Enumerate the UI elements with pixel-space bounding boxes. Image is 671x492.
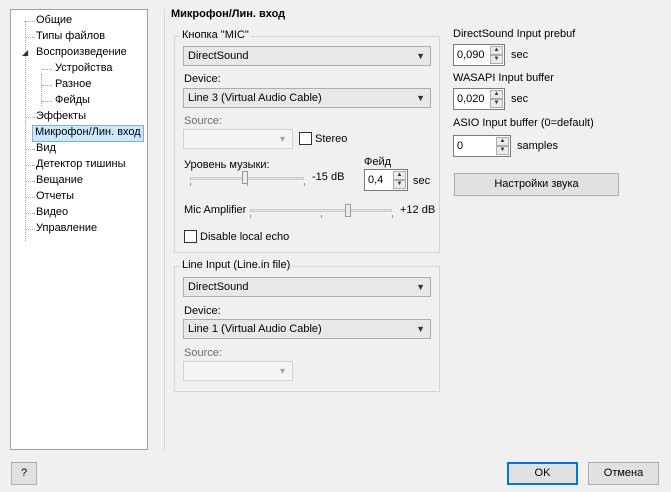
music-level-label: Уровень музыки: xyxy=(184,159,270,171)
stereo-label: Stereo xyxy=(315,133,348,145)
tree-connector-line xyxy=(42,69,52,70)
tree-item-broadcasting[interactable]: Вещание xyxy=(34,173,85,188)
tree-item-playback[interactable]: Воспроизведение xyxy=(34,45,129,60)
spin-down-icon[interactable]: ▼ xyxy=(393,180,406,189)
tree-item-silence-detector[interactable]: Детектор тишины xyxy=(34,157,128,172)
mic-driver-select[interactable]: DirectSound ▼ xyxy=(183,46,431,66)
tree-item-fades[interactable]: Фейды xyxy=(53,93,92,108)
directsound-prebuf-value: 0,090 xyxy=(457,49,485,61)
spin-down-icon[interactable]: ▼ xyxy=(496,146,509,155)
chevron-down-icon: ▼ xyxy=(416,51,425,61)
help-button[interactable]: ? xyxy=(11,462,37,485)
mic-amplifier-track xyxy=(250,209,392,212)
chevron-down-icon: ▼ xyxy=(416,324,425,334)
tree-item-effects[interactable]: Эффекты xyxy=(34,109,88,124)
line-source-label: Source: xyxy=(184,347,222,359)
line-source-select[interactable]: ▼ xyxy=(183,361,293,381)
mic-amplifier-value: +12 dB xyxy=(400,204,436,216)
page-title: Микрофон/Лин. вход xyxy=(171,8,286,20)
mic-source-select[interactable]: ▼ xyxy=(183,129,293,149)
slider-tick xyxy=(250,215,251,218)
tree-connector-line xyxy=(42,85,52,86)
asio-buffer-label: ASIO Input buffer (0=default) xyxy=(453,117,594,129)
line-driver-value: DirectSound xyxy=(188,281,249,293)
slider-tick xyxy=(304,183,305,186)
line-device-select[interactable]: Line 1 (Virtual Audio Cable) ▼ xyxy=(183,319,431,339)
directsound-prebuf-spinner[interactable]: 0,090 ▲ ▼ xyxy=(453,44,505,66)
sound-settings-button[interactable]: Настройки звука xyxy=(454,173,619,196)
wasapi-buffer-spinner[interactable]: 0,020 ▲ ▼ xyxy=(453,88,505,110)
stereo-checkbox[interactable] xyxy=(299,132,312,145)
mic-device-label: Device: xyxy=(184,73,221,85)
music-level-value: -15 dB xyxy=(312,171,345,183)
mic-group-title: Кнопка "MIC" xyxy=(180,29,251,41)
slider-tick xyxy=(247,183,248,186)
mic-device-value: Line 3 (Virtual Audio Cable) xyxy=(188,92,322,104)
mic-driver-value: DirectSound xyxy=(188,50,249,62)
line-input-group-title: Line Input (Line.in file) xyxy=(180,259,293,271)
slider-tick xyxy=(190,183,191,186)
cancel-button[interactable]: Отмена xyxy=(588,462,659,485)
spin-up-icon[interactable]: ▲ xyxy=(490,46,503,55)
mic-amplifier-slider[interactable] xyxy=(345,204,351,217)
mic-source-label: Source: xyxy=(184,115,222,127)
tree-item-devices[interactable]: Устройства xyxy=(53,61,115,76)
mic-device-select[interactable]: Line 3 (Virtual Audio Cable) ▼ xyxy=(183,88,431,108)
triangle-expanded-icon[interactable]: ◢ xyxy=(22,48,28,57)
directsound-prebuf-unit: sec xyxy=(511,49,529,61)
chevron-down-icon: ▼ xyxy=(278,134,287,144)
line-driver-select[interactable]: DirectSound ▼ xyxy=(183,277,431,297)
fade-label: Фейд xyxy=(364,156,392,168)
fade-value: 0,4 xyxy=(368,174,384,186)
wasapi-buffer-value: 0,020 xyxy=(457,93,485,105)
chevron-down-icon: ▼ xyxy=(416,282,425,292)
spin-up-icon[interactable]: ▲ xyxy=(496,137,509,146)
tree-connector-line xyxy=(42,101,52,102)
line-device-label: Device: xyxy=(184,305,221,317)
tree-item-general[interactable]: Общие xyxy=(34,13,74,28)
slider-tick xyxy=(321,215,322,218)
disable-echo-checkbox[interactable] xyxy=(184,230,197,243)
fade-unit: sec xyxy=(413,175,431,187)
asio-buffer-unit: samples xyxy=(517,140,558,152)
slider-tick xyxy=(392,215,393,218)
ok-button[interactable]: OK xyxy=(507,462,578,485)
mic-amplifier-label: Mic Amplifier xyxy=(184,204,247,216)
disable-echo-label: Disable local echo xyxy=(200,231,290,243)
spin-down-icon[interactable]: ▼ xyxy=(490,55,503,64)
line-device-value: Line 1 (Virtual Audio Cable) xyxy=(188,323,322,335)
chevron-down-icon: ▼ xyxy=(416,93,425,103)
spin-down-icon[interactable]: ▼ xyxy=(490,99,503,108)
tree-item-control[interactable]: Управление xyxy=(34,221,99,236)
wasapi-buffer-label: WASAPI Input buffer xyxy=(453,72,554,84)
settings-tree[interactable]: ◢ Общие Типы файлов Воспроизведение Устр… xyxy=(10,9,148,450)
spin-up-icon[interactable]: ▲ xyxy=(490,90,503,99)
tree-item-view[interactable]: Вид xyxy=(34,141,58,156)
tree-item-reports[interactable]: Отчеты xyxy=(34,189,76,204)
asio-buffer-spinner[interactable]: 0 ▲ ▼ xyxy=(453,135,511,157)
chevron-down-icon: ▼ xyxy=(278,366,287,376)
tree-item-misc[interactable]: Разное xyxy=(53,77,93,92)
directsound-prebuf-label: DirectSound Input prebuf xyxy=(453,28,576,40)
fade-spinner[interactable]: 0,4 ▲ ▼ xyxy=(364,169,408,191)
wasapi-buffer-unit: sec xyxy=(511,93,529,105)
tree-item-file-types[interactable]: Типы файлов xyxy=(34,29,107,44)
spin-up-icon[interactable]: ▲ xyxy=(393,171,406,180)
asio-buffer-value: 0 xyxy=(457,140,464,152)
tree-item-mic-line-in[interactable]: Микрофон/Лин. вход xyxy=(32,125,144,142)
tree-item-video[interactable]: Видео xyxy=(34,205,70,220)
